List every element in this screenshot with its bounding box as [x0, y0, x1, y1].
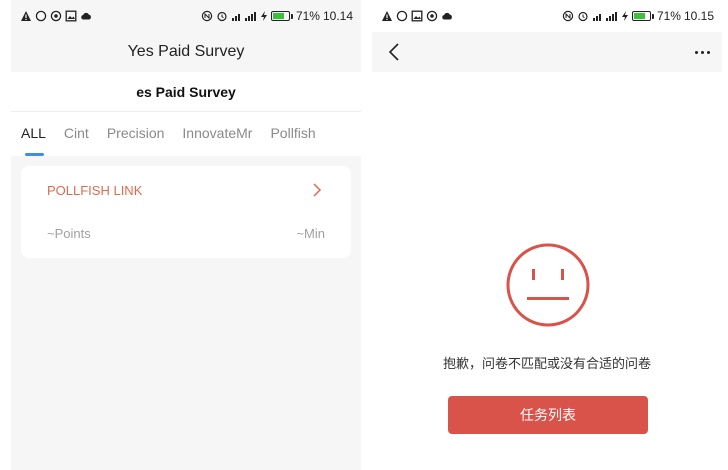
- signal-icon: [231, 10, 257, 22]
- clock: 10.15: [683, 9, 714, 23]
- more-options-button[interactable]: [690, 42, 714, 62]
- app-title: Yes Paid Survey: [127, 43, 245, 60]
- battery-percent: 71%: [656, 9, 681, 23]
- page-subtitle: es Paid Survey: [11, 72, 361, 112]
- battery-percent: 71%: [295, 9, 320, 23]
- nav-bar: [372, 32, 722, 72]
- battery-level-fill: [272, 13, 284, 19]
- circle-badge-icon: [50, 10, 62, 22]
- image-icon: [65, 10, 77, 22]
- notification-icons: [381, 10, 453, 22]
- signal-icon: [592, 10, 618, 22]
- system-icons: 71% 10.15: [562, 9, 714, 23]
- battery-indicator: [631, 11, 654, 21]
- survey-points: ~Points: [47, 226, 91, 241]
- tab-innovatemr[interactable]: InnovateMr: [182, 125, 252, 143]
- survey-content: es Paid Survey ALL Cint Precision Innova…: [11, 72, 361, 156]
- survey-list: POLLFISH LINK ~Points ~Min: [11, 156, 361, 470]
- survey-tabs: ALL Cint Precision InnovateMr Pollfish: [11, 112, 361, 156]
- battery-level-fill: [633, 13, 645, 19]
- warning-icon: [381, 10, 393, 22]
- active-tab-indicator: [25, 153, 44, 156]
- status-bar: 71% 10.14: [11, 0, 361, 32]
- battery-indicator: [270, 11, 293, 21]
- tab-precision[interactable]: Precision: [107, 125, 165, 143]
- left-phone-screen: 71% 10.14 Yes Paid Survey es Paid Survey…: [11, 0, 361, 470]
- clock: 10.14: [322, 9, 353, 23]
- right-phone-screen: 71% 10.15 抱歉，问卷不匹配或没有合适的问卷 任务列表: [372, 0, 722, 470]
- system-icons: 71% 10.14: [201, 9, 353, 23]
- task-list-button[interactable]: 任务列表: [448, 396, 648, 434]
- chat-bubble-icon: [396, 10, 408, 22]
- chevron-left-icon: [388, 43, 399, 61]
- back-button[interactable]: [384, 40, 404, 64]
- tab-cint[interactable]: Cint: [64, 125, 89, 143]
- tab-all[interactable]: ALL: [21, 125, 46, 143]
- survey-minutes: ~Min: [296, 226, 325, 241]
- sad-face-icon: [506, 243, 590, 327]
- more-dots-icon: [694, 50, 698, 54]
- survey-card[interactable]: POLLFISH LINK ~Points ~Min: [21, 166, 351, 258]
- survey-card-title: POLLFISH LINK: [47, 183, 143, 198]
- status-bar: 71% 10.15: [372, 0, 722, 32]
- app-bar: Yes Paid Survey: [11, 32, 361, 72]
- empty-state-message: 抱歉，问卷不匹配或没有合适的问卷: [442, 356, 651, 371]
- nfc-icon: [201, 10, 213, 22]
- nfc-icon: [562, 10, 574, 22]
- cloud-icon: [441, 10, 453, 22]
- alarm-icon: [216, 10, 228, 22]
- warning-icon: [20, 10, 32, 22]
- charging-icon: [260, 10, 268, 22]
- charging-icon: [621, 10, 629, 22]
- chat-bubble-icon: [35, 10, 47, 22]
- image-icon: [411, 10, 423, 22]
- chevron-right-icon: [313, 183, 322, 197]
- notification-icons: [20, 10, 92, 22]
- circle-badge-icon: [426, 10, 438, 22]
- cloud-icon: [80, 10, 92, 22]
- alarm-icon: [577, 10, 589, 22]
- tab-pollfish[interactable]: Pollfish: [270, 125, 315, 143]
